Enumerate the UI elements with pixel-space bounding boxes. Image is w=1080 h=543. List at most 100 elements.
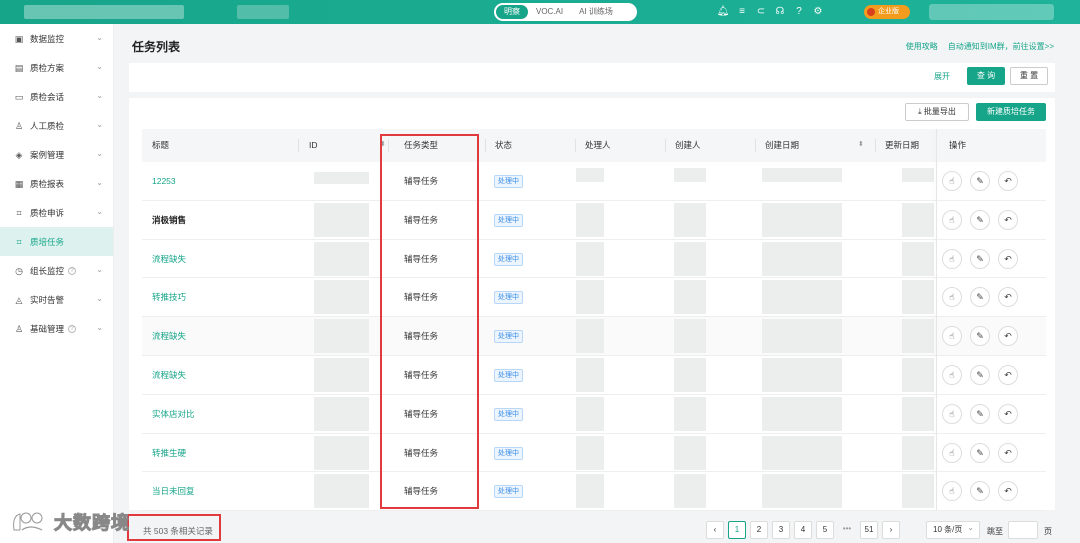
edit-icon[interactable]: ✎ [970,326,990,347]
claim-hand-icon[interactable]: ☝ [942,287,962,308]
edit-icon[interactable]: ✎ [970,403,990,424]
page-button[interactable]: 51 [860,521,878,539]
creator-redacted [674,474,706,509]
claim-hand-icon[interactable]: ☝ [942,481,962,502]
product-tab-voc-ai[interactable]: VOC.AI [528,5,571,19]
table-row[interactable]: 流程缺失 辅导任务 处理中 ☝ ✎ ↶ [142,240,1046,279]
column-header-creator: 创建人 [675,140,701,150]
task-title-link[interactable]: 流程缺失 [152,317,186,355]
page-ellipsis[interactable]: ••• [838,521,856,539]
help-circle-icon[interactable]: ? [68,324,77,333]
undo-icon[interactable]: ↶ [998,171,1018,191]
edit-icon[interactable]: ✎ [970,481,990,502]
sidebar-item-data-monitor[interactable]: ▣ 数据监控 ⌄ [0,24,113,53]
new-training-task-button[interactable]: 新建质培任务 [976,103,1046,121]
edit-icon[interactable]: ✎ [970,248,990,269]
task-title-link[interactable]: 转推生硬 [152,434,186,472]
task-title-link[interactable]: 实体店对比 [152,395,195,433]
claim-hand-icon[interactable]: ☝ [942,403,962,424]
undo-icon[interactable]: ↶ [998,248,1018,269]
enterprise-badge[interactable]: 企业版 [864,5,910,19]
im-notify-settings-link[interactable]: 自动通知到IM群，前往设置>> [948,41,1054,52]
task-title-link[interactable]: 转推技巧 [152,278,186,316]
claim-hand-icon[interactable]: ☝ [942,248,962,269]
table-row[interactable]: 转推技巧 辅导任务 处理中 ☝ ✎ ↶ [142,278,1046,318]
edit-icon[interactable]: ✎ [970,365,990,385]
undo-icon[interactable]: ↶ [998,442,1018,463]
task-title-link[interactable]: 12253 [152,162,176,200]
table-row[interactable]: 消极销售 辅导任务 处理中 ☝ ✎ ↶ [142,201,1046,240]
page-button[interactable]: 5 [816,521,834,539]
edit-icon[interactable]: ✎ [970,171,990,191]
prev-page-button[interactable]: ‹ [706,521,724,539]
task-title-link[interactable]: 消极销售 [152,201,186,239]
claim-hand-icon[interactable]: ☝ [942,171,962,191]
sidebar-item-qc-session[interactable]: ▭ 质检会话 ⌄ [0,82,113,111]
sidebar-item-realtime-alarm[interactable]: ◬ 实时告警 ⌄ [0,285,113,314]
undo-icon[interactable]: ↶ [998,209,1018,230]
help-circle-icon[interactable]: ? [68,266,77,275]
table-row[interactable]: 流程缺失 辅导任务 处理中 ☝ ✎ ↶ [142,356,1046,395]
page-size-select[interactable]: 10 条/页 [926,520,980,539]
settings-icon[interactable]: ⚙ [811,5,825,19]
handler-redacted [576,474,604,509]
claim-hand-icon[interactable]: ☝ [942,442,962,463]
report-icon: ▦ [14,178,24,189]
undo-icon[interactable]: ↶ [998,403,1018,424]
page-button[interactable]: 1 [728,521,746,539]
bell-icon[interactable]: 🔔︎ [716,5,730,19]
task-type-cell: 辅导任务 [404,176,439,186]
undo-icon[interactable]: ↶ [998,481,1018,502]
next-page-button[interactable]: › [882,521,900,539]
sidebar-item-qc-report[interactable]: ▦ 质检报表 ⌄ [0,169,113,198]
table-row[interactable]: 12253 辅导任务 处理中 ☝ ✎ ↶ [142,162,1046,201]
undo-icon[interactable]: ↶ [998,326,1018,347]
page-button[interactable]: 2 [750,521,768,539]
table-row[interactable]: 当日未回复 辅导任务 处理中 ☝ ✎ ↶ [142,472,1046,512]
sidebar-item-qc-appeal[interactable]: ⌗ 质检申诉 ⌄ [0,198,113,227]
sidebar-item-training-task[interactable]: ⌗ 质培任务 [0,227,113,256]
task-icon: ⌗ [16,236,22,247]
edit-icon[interactable]: ✎ [970,287,990,308]
reset-button[interactable]: 重 置 [1010,67,1048,85]
sidebar-item-team-lead-monitor[interactable]: ◷ 组长监控 ? ⌄ [0,256,113,285]
update-date-redacted [902,168,934,182]
table-row[interactable]: 流程缺失 辅导任务 处理中 ☝ ✎ ↶ [142,317,1046,356]
product-tab-ai-training[interactable]: AI 训练场 [571,5,621,19]
claim-hand-icon[interactable]: ☝ [942,365,962,385]
task-title-link[interactable]: 流程缺失 [152,356,186,394]
list-icon[interactable]: ≡ [735,5,749,19]
query-button[interactable]: 查 询 [967,67,1005,85]
sidebar-item-case-management[interactable]: ◈ 案例管理 ⌄ [0,140,113,169]
user-account-redacted[interactable] [929,4,1054,20]
sort-icon[interactable]: ⬍ [380,140,386,148]
task-title-link[interactable]: 当日未回复 [152,472,195,510]
update-date-redacted [902,241,934,276]
claim-hand-icon[interactable]: ☝ [942,209,962,230]
batch-export-button[interactable]: ⤓ 批量导出 [905,103,969,121]
link-icon[interactable]: ⊂ [754,5,768,19]
usage-guide-link[interactable]: 使用攻略 [906,41,938,52]
product-tab-mingcha[interactable]: 明察 [496,5,528,19]
jump-to-page-input[interactable] [1008,521,1038,539]
headset-icon[interactable]: ☊ [773,5,787,19]
column-header-id: ID [309,140,318,150]
sidebar-item-label: 质检会话 [30,91,65,102]
undo-icon[interactable]: ↶ [998,287,1018,308]
table-row[interactable]: 转推生硬 辅导任务 处理中 ☝ ✎ ↶ [142,434,1046,473]
help-icon[interactable]: ? [792,5,806,19]
sidebar-item-basic-admin[interactable]: ♙ 基础管理 ? ⌄ [0,314,113,343]
sidebar-item-manual-qc[interactable]: ♙ 人工质检 ⌄ [0,111,113,140]
edit-icon[interactable]: ✎ [970,209,990,230]
page-button[interactable]: 3 [772,521,790,539]
edit-icon[interactable]: ✎ [970,442,990,463]
page-button[interactable]: 4 [794,521,812,539]
sidebar-item-qc-plan[interactable]: ▤ 质检方案 ⌄ [0,53,113,82]
claim-hand-icon[interactable]: ☝ [942,326,962,347]
expand-filters-button[interactable]: 展开 [934,71,950,82]
table-row[interactable]: 实体店对比 辅导任务 处理中 ☝ ✎ ↶ [142,395,1046,434]
sort-icon[interactable]: ⬍ [858,140,864,148]
task-title-link[interactable]: 流程缺失 [152,240,186,278]
workspace-redacted[interactable] [237,5,289,19]
undo-icon[interactable]: ↶ [998,365,1018,385]
